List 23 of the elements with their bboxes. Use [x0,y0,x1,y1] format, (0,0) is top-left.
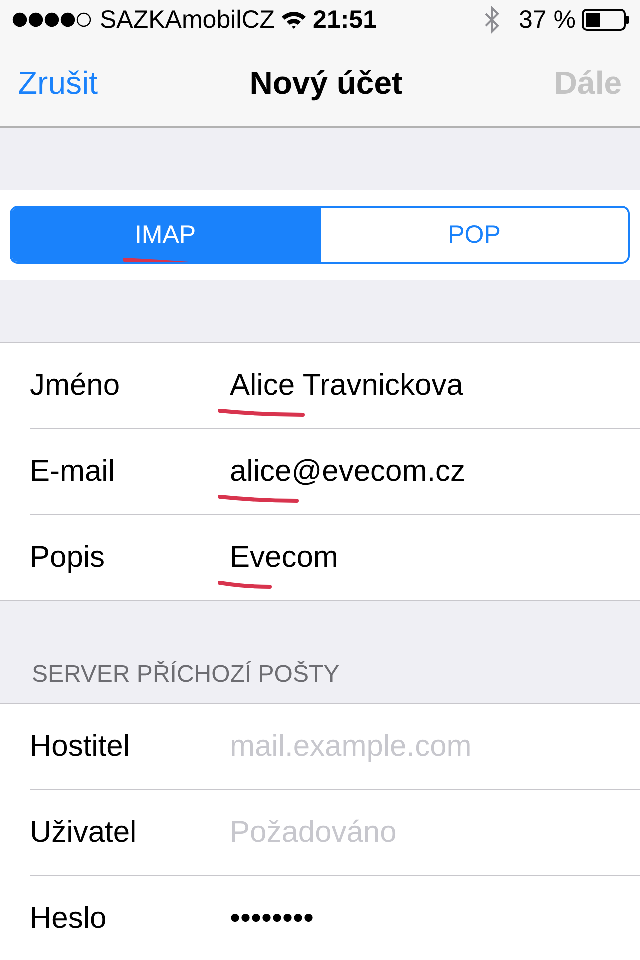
carrier-name: SAZKAmobilCZ [100,6,276,34]
field-label: Hostitel [30,730,132,764]
bluetooth-icon [483,6,502,34]
password-value[interactable]: •••••••• [230,902,314,936]
field-label: Uživatel [30,816,138,850]
protocol-segment[interactable]: IMAP [12,208,319,262]
input-field[interactable]: Požadováno [230,816,610,850]
field-label: Popis [30,540,106,574]
signal-icon [12,12,94,28]
protocol-segment[interactable]: POP [319,208,628,262]
field-value[interactable]: alice@evecom.cz [230,454,466,488]
field-value[interactable]: Alice Travnickova [230,368,464,402]
battery-percent: 37 % [519,6,576,34]
clock-time: 21:51 [313,6,377,34]
screen-title: Nový účet [250,64,403,102]
field-label: E-mail [30,454,116,488]
input-field[interactable]: mail.example.com [230,730,610,764]
wifi-icon [281,10,308,30]
section-header: SERVER PŘÍCHOZÍ POŠTY [31,660,341,690]
field-label: Heslo [30,902,108,936]
battery-icon [582,9,630,31]
field-value[interactable]: Evecom [230,540,338,574]
field-label: Jméno [30,368,122,402]
